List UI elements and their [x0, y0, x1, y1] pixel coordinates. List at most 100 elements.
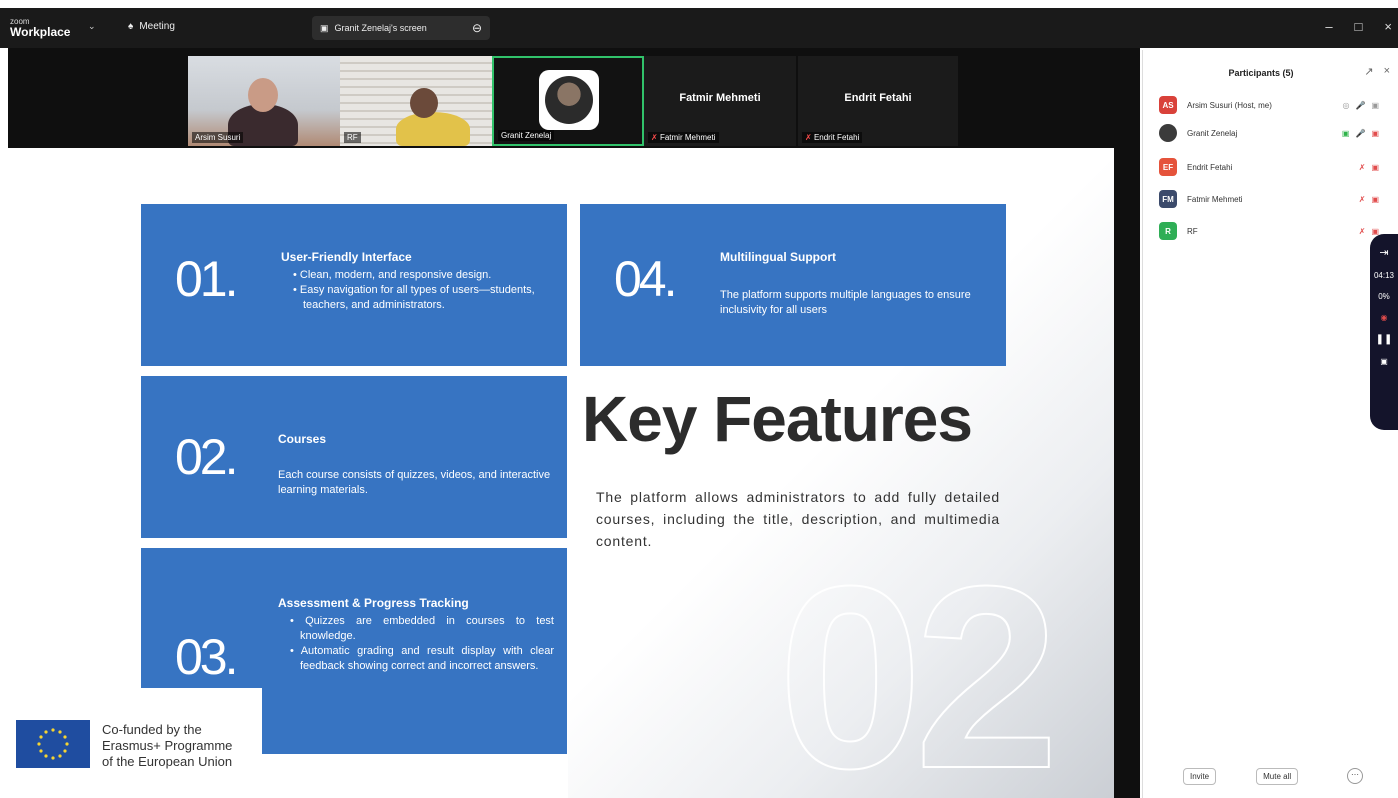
avatar: FM: [1159, 190, 1177, 208]
close-icon[interactable]: ×: [1384, 19, 1392, 34]
avatar: EF: [1159, 158, 1177, 176]
stop-view-icon[interactable]: ⊖: [472, 21, 482, 35]
avatar: [539, 70, 599, 130]
video-tile[interactable]: Fatmir Mehmeti ✗ Fatmir Mehmeti: [644, 56, 796, 146]
panel-title: Participants (5): [1228, 68, 1294, 78]
card-title: Assessment & Progress Tracking: [278, 596, 469, 610]
invite-button[interactable]: Invite: [1183, 768, 1217, 785]
more-options-icon[interactable]: ⋯: [1347, 768, 1363, 784]
card-bullet: • Automatic grading and result display w…: [290, 645, 554, 672]
tile-name: Arsim Susuri: [192, 132, 244, 143]
title-bar: zoom Workplace ⌄ ♠ Meeting ▣ Granit Zene…: [0, 8, 1398, 48]
mic-muted-icon: ✗: [651, 133, 658, 142]
recording-toolbar: ⇥ 04:13 0% ◉ ❚❚ ▣: [1370, 234, 1398, 430]
record-icon[interactable]: ◉: [1370, 313, 1398, 322]
screen-icon: ▣: [320, 22, 329, 33]
mic-muted-icon: ✗: [1358, 194, 1366, 204]
pause-icon[interactable]: ❚❚: [1370, 334, 1398, 345]
pop-out-icon[interactable]: ↗: [1364, 65, 1373, 78]
eu-line: of the European Union: [102, 754, 233, 769]
card-number: 03.: [175, 629, 238, 685]
video-tile[interactable]: Arsim Susuri: [188, 56, 340, 146]
avatar: [1159, 124, 1177, 142]
card-bullet: • Quizzes are embedded in courses to tes…: [290, 615, 554, 642]
video-tile[interactable]: RF: [340, 56, 492, 146]
screen-share-tab[interactable]: ▣ Granit Zenelaj's screen ⊖: [312, 16, 490, 40]
app-logo: zoom Workplace: [10, 17, 71, 39]
meeting-label: Meeting: [139, 21, 175, 32]
card-number: 02.: [175, 429, 238, 485]
eu-funding-banner: Co-funded by the Erasmus+ Programme of t…: [0, 688, 262, 798]
participant-status: ▣ 🎤 ▣: [1342, 129, 1379, 138]
tile-big-name: Endrit Fetahi: [844, 92, 912, 104]
people-icon: ♠: [128, 21, 134, 32]
slide-description: The platform allows administrators to ad…: [596, 489, 1000, 549]
avatar: AS: [1159, 96, 1177, 114]
participant-row[interactable]: Granit Zenelaj ▣ 🎤 ▣: [1159, 122, 1389, 144]
video-tile-active-speaker[interactable]: Granit Zenelaj: [492, 56, 644, 146]
camera-icon[interactable]: ▣: [1370, 357, 1398, 366]
participant-body: [396, 112, 470, 146]
card-bullet: • Clean, modern, and responsive design.: [293, 269, 492, 281]
collapse-icon[interactable]: ⇥: [1370, 246, 1398, 259]
close-panel-icon[interactable]: ×: [1384, 65, 1390, 78]
recording-percent: 0%: [1378, 292, 1390, 301]
slide-edge: [1114, 148, 1140, 798]
card-title: Courses: [278, 432, 327, 446]
big-outline-number: 02: [777, 533, 1060, 798]
brand-big: Workplace: [10, 25, 71, 39]
participant-status: ✗ ▣: [1359, 195, 1379, 204]
tile-name: ✗ Fatmir Mehmeti: [648, 132, 719, 143]
recording-timer: 04:13: [1373, 271, 1395, 280]
participant-head: [410, 88, 438, 118]
mic-muted-icon: ✗: [1358, 226, 1366, 236]
eu-line: Co-funded by the: [102, 722, 202, 737]
eu-line: Erasmus+ Programme: [102, 738, 233, 753]
card-bullet: • Easy navigation for all types of users…: [293, 284, 535, 311]
tile-name: RF: [344, 132, 361, 143]
panel-controls: ↗ ×: [1364, 65, 1390, 78]
card-body: Each course consists of quizzes, videos,…: [278, 469, 551, 496]
participant-name: Fatmir Mehmeti: [1187, 194, 1243, 204]
camera-off-icon: ▣: [1371, 194, 1379, 204]
share-icon: ◎: [1342, 100, 1350, 110]
participant-row[interactable]: FM Fatmir Mehmeti ✗ ▣: [1159, 188, 1389, 210]
participant-row[interactable]: R RF ✗ ▣: [1159, 220, 1389, 242]
meeting-menu[interactable]: ♠ Meeting: [128, 21, 175, 32]
panel-footer: Invite Mute all: [1183, 768, 1299, 785]
eu-flag-icon: [16, 720, 90, 768]
screen-share-icon: ▣: [1341, 128, 1350, 138]
tile-name: Granit Zenelaj: [498, 130, 555, 141]
card-number: 01.: [175, 251, 238, 307]
participant-status: ✗ ▣: [1359, 163, 1379, 172]
feature-card: 04. Multilingual Support The platform su…: [580, 204, 1006, 366]
video-gallery-strip: Arsim Susuri RF Granit Zenelaj Fatmir Me…: [8, 48, 1140, 148]
card-body: The platform supports multiple languages…: [720, 289, 971, 316]
mic-icon: 🎤: [1355, 128, 1366, 138]
camera-icon: ▣: [1371, 100, 1379, 110]
participant-row[interactable]: EF Endrit Fetahi ✗ ▣: [1159, 156, 1389, 178]
feature-card: 01. User-Friendly Interface • Clean, mod…: [141, 204, 567, 366]
participant-head: [248, 78, 278, 112]
avatar: R: [1159, 222, 1177, 240]
participant-status: ◎ 🎤 ▣: [1342, 101, 1379, 110]
tile-big-name: Fatmir Mehmeti: [679, 92, 761, 104]
chevron-down-icon[interactable]: ⌄: [88, 21, 96, 32]
mic-muted-icon: ✗: [1358, 162, 1366, 172]
mute-all-button[interactable]: Mute all: [1256, 768, 1299, 785]
participant-row[interactable]: AS Arsim Susuri (Host, me) ◎ 🎤 ▣: [1159, 94, 1389, 116]
card-body: • Quizzes are embedded in courses to tes…: [278, 614, 554, 674]
card-number: 04.: [614, 251, 677, 307]
slide-heading: Key Features: [582, 383, 973, 455]
eu-text: Co-funded by the Erasmus+ Programme of t…: [102, 722, 232, 770]
video-tile[interactable]: Endrit Fetahi ✗ Endrit Fetahi: [798, 56, 958, 146]
tile-name: ✗ Endrit Fetahi: [802, 132, 863, 143]
participant-name: Granit Zenelaj: [1187, 128, 1238, 138]
window-controls: – □ ×: [1325, 19, 1392, 34]
participant-name: Endrit Fetahi: [1187, 162, 1233, 172]
participant-name: RF: [1187, 226, 1198, 236]
share-tab-label: Granit Zenelaj's screen: [334, 23, 427, 33]
participants-panel: Participants (5) ↗ × AS Arsim Susuri (Ho…: [1142, 50, 1398, 798]
minimize-icon[interactable]: –: [1325, 19, 1332, 34]
restore-icon[interactable]: □: [1355, 19, 1363, 34]
